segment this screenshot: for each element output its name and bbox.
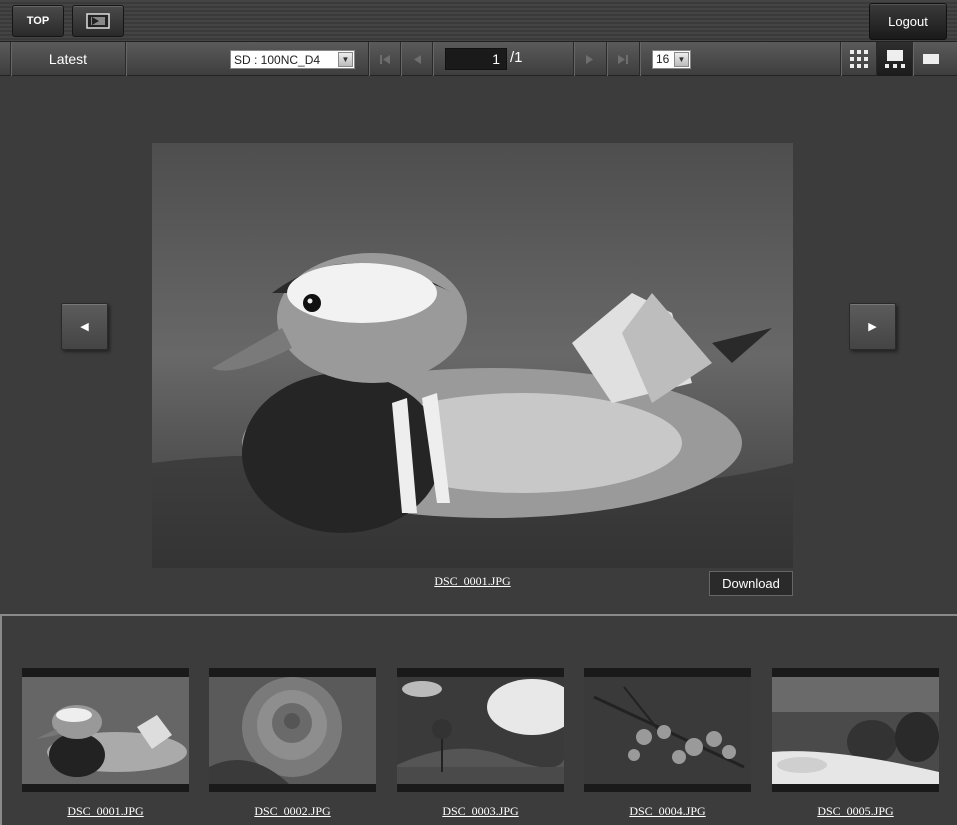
card-folder-value: SD : 100NC_D4 [234,52,321,67]
page-number-input[interactable]: 1 [445,48,507,70]
prev-page-button[interactable] [401,42,433,76]
next-image-button[interactable]: ▶ [849,303,896,350]
main-photo [152,143,793,568]
per-page-select[interactable]: 16 ▼ [652,50,691,69]
thumbnail-5[interactable] [772,668,939,792]
thumbnail-5-filename[interactable]: DSC_0005.JPG [772,804,939,819]
grid-view-button[interactable] [842,42,877,76]
prev-page-icon [414,54,421,64]
top-bar [0,0,957,42]
filmstrip-view-icon [884,50,905,68]
thumbnail-2[interactable] [209,668,376,792]
thumbnail-3-filename[interactable]: DSC_0003.JPG [397,804,564,819]
per-page-value: 16 [656,52,670,66]
next-page-button[interactable] [574,42,606,76]
first-page-icon [380,54,390,64]
slideshow-button[interactable] [72,5,124,37]
download-button[interactable]: Download [709,571,793,596]
first-page-button[interactable] [369,42,401,76]
page-total: /1 [510,49,523,66]
thumbnail-1[interactable] [22,668,189,792]
top-button[interactable]: TOP [12,5,64,37]
previous-image-button[interactable]: ◀ [61,303,108,350]
thumbnail-4[interactable] [584,668,751,792]
next-page-icon [586,54,593,64]
chevron-down-icon: ▼ [338,52,353,67]
logout-button[interactable]: Logout [869,3,947,40]
slideshow-icon [86,13,110,29]
arrow-left-icon: ◀ [80,321,89,333]
card-folder-select[interactable]: SD : 100NC_D4 ▼ [230,50,355,69]
thumbnail-4-filename[interactable]: DSC_0004.JPG [584,804,751,819]
last-page-button[interactable] [607,42,639,76]
arrow-right-icon: ▶ [868,321,877,333]
grid-view-icon [849,50,868,68]
filmstrip-view-button[interactable] [877,42,912,76]
latest-button[interactable]: Latest [12,42,124,76]
thumbnail-2-filename[interactable]: DSC_0002.JPG [209,804,376,819]
thumbnail-1-filename[interactable]: DSC_0001.JPG [22,804,189,819]
chevron-down-icon: ▼ [674,52,689,67]
last-page-icon [618,54,628,64]
single-view-icon [922,54,939,64]
single-view-button[interactable] [913,42,948,76]
main-filename-link[interactable]: DSC_0001.JPG [400,574,545,589]
thumbnail-3[interactable] [397,668,564,792]
